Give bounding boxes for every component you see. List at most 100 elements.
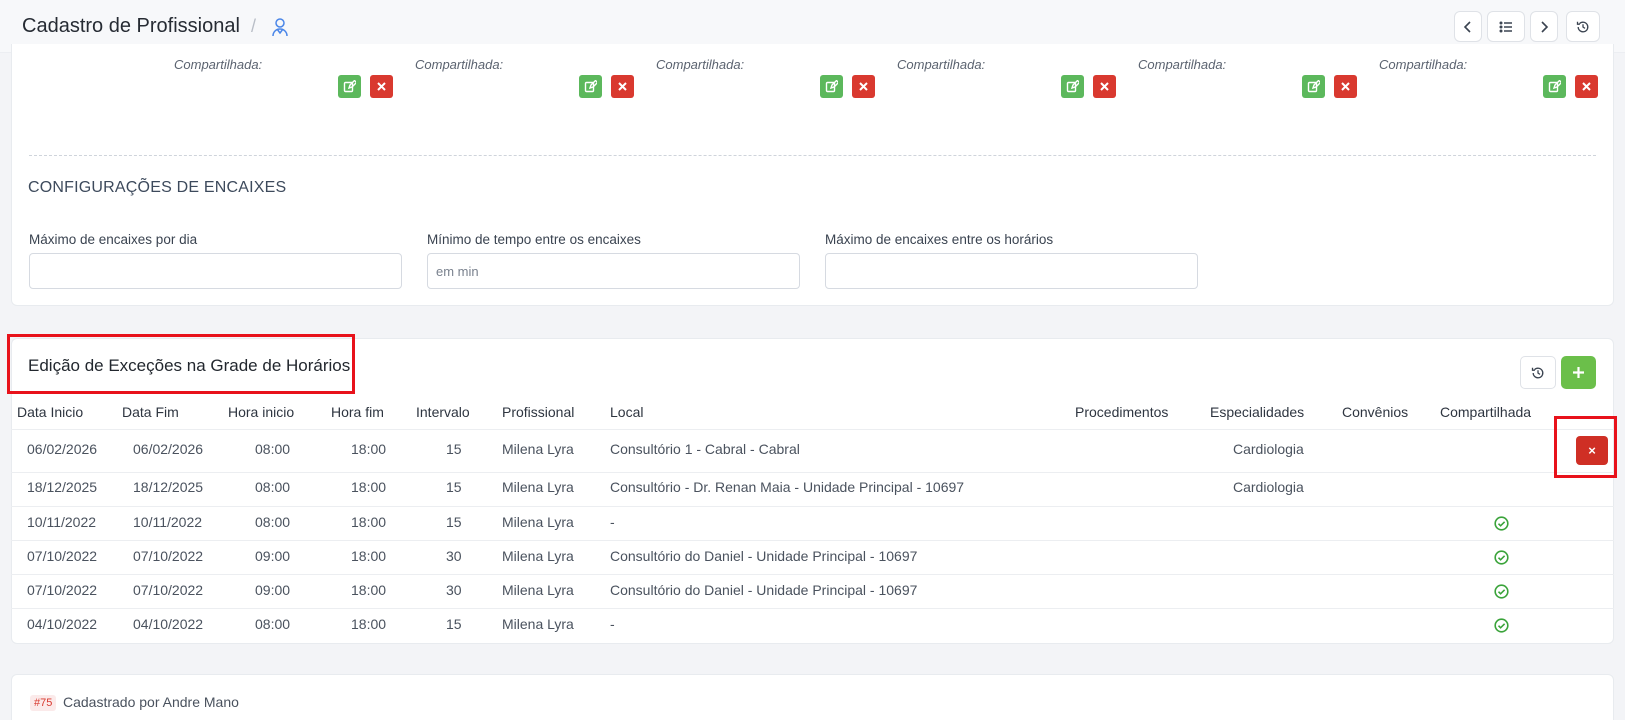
col-header-intervalo: Intervalo	[416, 404, 470, 420]
chevron-left-icon	[1463, 20, 1471, 33]
cell-hora-inicio: 08:00	[255, 441, 291, 457]
delete-button[interactable]	[1093, 75, 1116, 98]
max-encaixes-horarios-input[interactable]	[825, 253, 1198, 289]
record-id-badge: #75	[30, 695, 57, 711]
row-divider	[11, 429, 1614, 430]
highlight-delete-frame	[1554, 416, 1617, 478]
edit-button[interactable]	[1061, 75, 1084, 98]
close-icon	[1582, 82, 1591, 91]
cell-data-inicio: 04/10/2022	[27, 616, 98, 632]
col-header-hora-inicio: Hora inicio	[228, 404, 295, 420]
shared-label: Compartilhada:	[415, 57, 504, 72]
cell-local: Consultório - Dr. Renan Maia - Unidade P…	[610, 479, 965, 495]
row-divider	[11, 540, 1614, 541]
cell-profissional: Milena Lyra	[502, 514, 574, 530]
cell-data-fim: 06/02/2026	[133, 441, 204, 457]
max-encaixes-dia-label: Máximo de encaixes por dia	[29, 232, 198, 247]
cell-hora-fim: 18:00	[351, 479, 387, 495]
edit-button[interactable]	[1543, 75, 1566, 98]
delete-button[interactable]	[611, 75, 634, 98]
edit-button[interactable]	[338, 75, 361, 98]
user-icon[interactable]	[271, 17, 289, 37]
close-icon	[1341, 82, 1350, 91]
cell-profissional: Milena Lyra	[502, 548, 574, 564]
cell-intervalo: 30	[446, 548, 462, 564]
edit-icon	[1307, 80, 1320, 93]
row-divider	[11, 506, 1614, 507]
breadcrumb-separator: /	[251, 16, 257, 36]
exceptions-history-button[interactable]	[1520, 356, 1556, 389]
shared-label: Compartilhada:	[1138, 57, 1227, 72]
col-header-especialidades: Especialidades	[1210, 404, 1305, 420]
cell-hora-inicio: 09:00	[255, 582, 291, 598]
cell-especialidades: Cardiologia	[1233, 479, 1304, 495]
history-icon	[1576, 21, 1589, 32]
cell-data-inicio: 07/10/2022	[27, 582, 98, 598]
col-header-convenios: Convênios	[1342, 404, 1409, 420]
delete-button[interactable]	[1575, 75, 1598, 98]
cell-hora-fim: 18:00	[351, 616, 387, 632]
cell-intervalo: 30	[446, 582, 462, 598]
edit-icon	[584, 80, 597, 93]
shared-label: Compartilhada:	[897, 57, 986, 72]
cell-profissional: Milena Lyra	[502, 441, 574, 457]
edit-button[interactable]	[579, 75, 602, 98]
max-encaixes-horarios-label: Máximo de encaixes entre os horários	[825, 232, 1054, 247]
add-exception-button[interactable]	[1561, 356, 1596, 389]
row-divider	[11, 608, 1614, 609]
row-divider	[11, 574, 1614, 575]
close-icon	[377, 82, 386, 91]
previous-button[interactable]	[1454, 11, 1482, 42]
min-tempo-encaixes-input[interactable]	[427, 253, 800, 289]
cell-local: Consultório do Daniel - Unidade Principa…	[610, 548, 918, 564]
encaixes-section-title: CONFIGURAÇÕES DE ENCAIXES	[28, 179, 287, 196]
cell-intervalo: 15	[446, 441, 462, 457]
edit-icon	[825, 80, 838, 93]
max-encaixes-dia-input[interactable]	[29, 253, 402, 289]
cell-profissional: Milena Lyra	[502, 479, 574, 495]
close-icon	[859, 82, 868, 91]
page-title: Cadastro de Profissional	[22, 15, 240, 37]
cell-local: Consultório 1 - Cabral - Cabral	[610, 441, 800, 457]
cell-hora-fim: 18:00	[351, 548, 387, 564]
cell-hora-inicio: 08:00	[255, 616, 291, 632]
cell-data-fim: 07/10/2022	[133, 548, 204, 564]
cell-data-fim: 10/11/2022	[133, 514, 203, 530]
close-icon	[618, 82, 627, 91]
cell-data-fim: 04/10/2022	[133, 616, 204, 632]
col-header-data-inicio: Data Inicio	[17, 404, 84, 420]
delete-button[interactable]	[370, 75, 393, 98]
history-icon	[1531, 367, 1544, 378]
cell-data-inicio: 06/02/2026	[27, 441, 98, 457]
cell-hora-fim: 18:00	[351, 441, 387, 457]
edit-button[interactable]	[1302, 75, 1325, 98]
cell-especialidades: Cardiologia	[1233, 441, 1304, 457]
edit-icon	[1066, 80, 1079, 93]
divider	[29, 155, 1596, 156]
history-button[interactable]	[1566, 11, 1600, 42]
plus-icon	[1573, 367, 1584, 378]
col-header-procedimentos: Procedimentos	[1075, 404, 1169, 420]
audit-card	[11, 674, 1614, 720]
col-header-hora-fim: Hora fim	[331, 404, 384, 420]
cell-hora-fim: 18:00	[351, 514, 387, 530]
delete-button[interactable]	[852, 75, 875, 98]
min-tempo-encaixes-label: Mínimo de tempo entre os encaixes	[427, 232, 641, 247]
cell-hora-fim: 18:00	[351, 582, 387, 598]
shared-label: Compartilhada:	[656, 57, 745, 72]
col-header-local: Local	[610, 404, 644, 420]
cell-hora-inicio: 09:00	[255, 548, 291, 564]
cell-profissional: Milena Lyra	[502, 582, 574, 598]
col-header-data-fim: Data Fim	[122, 404, 179, 420]
list-icon	[1499, 21, 1512, 32]
delete-button[interactable]	[1334, 75, 1357, 98]
close-icon	[1100, 82, 1109, 91]
list-button[interactable]	[1487, 11, 1525, 42]
chevron-right-icon	[1541, 20, 1549, 33]
check-circle-icon	[1494, 584, 1509, 599]
next-button[interactable]	[1530, 11, 1558, 42]
cell-data-fim: 18/12/2025	[133, 479, 204, 495]
cell-intervalo: 15	[446, 616, 462, 632]
cell-profissional: Milena Lyra	[502, 616, 574, 632]
edit-button[interactable]	[820, 75, 843, 98]
